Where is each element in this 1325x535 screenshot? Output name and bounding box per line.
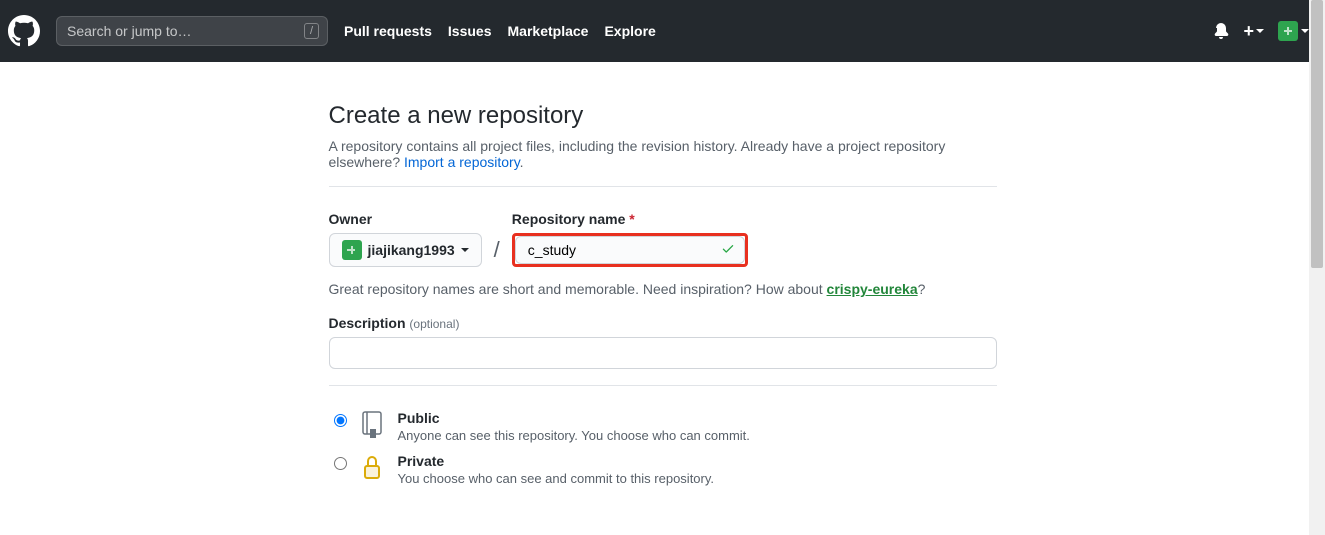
check-icon bbox=[721, 242, 735, 259]
repo-name-group: Repository name * bbox=[512, 211, 748, 267]
visibility-public-row: Public Anyone can see this repository. Y… bbox=[329, 410, 997, 443]
owner-avatar-icon bbox=[342, 240, 362, 260]
nav-issues[interactable]: Issues bbox=[448, 23, 492, 39]
nav-marketplace[interactable]: Marketplace bbox=[508, 23, 589, 39]
visibility-public-title: Public bbox=[398, 410, 750, 426]
visibility-private-title: Private bbox=[398, 453, 715, 469]
repo-name-highlight bbox=[512, 233, 748, 267]
header-right: + bbox=[1213, 21, 1309, 42]
owner-group: Owner jiajikang1993 bbox=[329, 211, 482, 267]
slash-key-icon: / bbox=[304, 23, 319, 39]
primary-nav: Pull requests Issues Marketplace Explore bbox=[344, 23, 656, 39]
owner-label: Owner bbox=[329, 211, 482, 227]
search-input[interactable] bbox=[65, 22, 304, 40]
search-box[interactable]: / bbox=[56, 16, 328, 46]
github-logo-icon[interactable] bbox=[8, 15, 40, 47]
hint-prefix: Great repository names are short and mem… bbox=[329, 281, 827, 297]
chevron-down-icon bbox=[461, 248, 469, 252]
visibility-private-desc: You choose who can see and commit to thi… bbox=[398, 471, 715, 486]
vertical-scrollbar[interactable] bbox=[1309, 0, 1325, 535]
nav-explore[interactable]: Explore bbox=[604, 23, 655, 39]
repo-name-input[interactable] bbox=[515, 236, 745, 264]
user-menu[interactable] bbox=[1278, 21, 1309, 41]
visibility-public-desc: Anyone can see this repository. You choo… bbox=[398, 428, 750, 443]
description-input[interactable] bbox=[329, 337, 997, 369]
optional-tag: (optional) bbox=[409, 317, 459, 331]
name-suggestion[interactable]: crispy-eureka bbox=[827, 281, 918, 297]
main-content: Create a new repository A repository con… bbox=[313, 102, 1013, 486]
hint-suffix: ? bbox=[918, 281, 926, 297]
plus-icon: + bbox=[1243, 21, 1254, 42]
repo-label-text: Repository name bbox=[512, 211, 626, 227]
visibility-public-radio[interactable] bbox=[334, 414, 347, 427]
scrollbar-thumb[interactable] bbox=[1311, 0, 1323, 268]
visibility-public-text: Public Anyone can see this repository. Y… bbox=[398, 410, 750, 443]
page-title: Create a new repository bbox=[329, 102, 997, 130]
repo-icon bbox=[360, 410, 388, 441]
page-subtitle: A repository contains all project files,… bbox=[329, 138, 997, 170]
owner-name: jiajikang1993 bbox=[368, 242, 455, 258]
subtitle-period: . bbox=[520, 154, 524, 170]
import-link[interactable]: Import a repository bbox=[404, 154, 520, 170]
nav-pull-requests[interactable]: Pull requests bbox=[344, 23, 432, 39]
avatar-icon bbox=[1278, 21, 1298, 41]
visibility-private-row: Private You choose who can see and commi… bbox=[329, 453, 997, 486]
create-menu[interactable]: + bbox=[1243, 21, 1264, 42]
repo-name-label: Repository name * bbox=[512, 211, 748, 227]
lock-icon bbox=[360, 453, 388, 484]
description-label-text: Description bbox=[329, 315, 406, 331]
owner-repo-row: Owner jiajikang1993 / Repository name * bbox=[329, 211, 997, 267]
bell-icon[interactable] bbox=[1213, 23, 1229, 39]
repo-name-hint: Great repository names are short and mem… bbox=[329, 281, 997, 297]
divider bbox=[329, 385, 997, 386]
global-header: / Pull requests Issues Marketplace Explo… bbox=[0, 0, 1325, 62]
visibility-private-text: Private You choose who can see and commi… bbox=[398, 453, 715, 486]
visibility-private-radio[interactable] bbox=[334, 457, 347, 470]
slash-separator: / bbox=[494, 237, 500, 263]
required-asterisk: * bbox=[629, 211, 634, 227]
chevron-down-icon bbox=[1256, 29, 1264, 33]
description-label: Description (optional) bbox=[329, 315, 997, 331]
divider bbox=[329, 186, 997, 187]
chevron-down-icon bbox=[1301, 29, 1309, 33]
owner-select[interactable]: jiajikang1993 bbox=[329, 233, 482, 267]
